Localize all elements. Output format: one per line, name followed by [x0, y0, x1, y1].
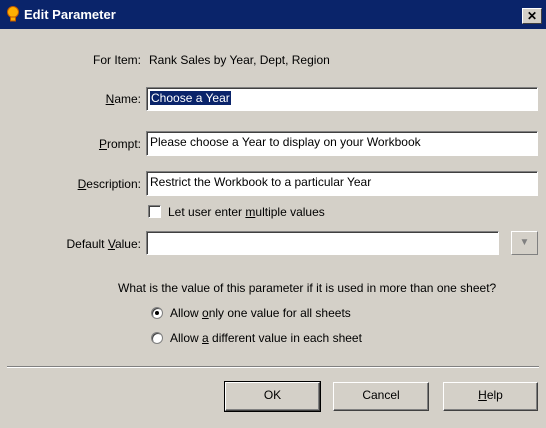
radio-one-value-label[interactable]: Allow only one value for all sheets: [170, 306, 351, 320]
window-title: Edit Parameter: [24, 7, 116, 22]
default-value-input[interactable]: [146, 231, 499, 255]
radio-different-value[interactable]: [151, 332, 163, 344]
help-button[interactable]: Help: [443, 382, 538, 411]
separator-highlight: [7, 367, 539, 368]
radio-one-value[interactable]: [151, 307, 163, 319]
close-icon: ✕: [526, 9, 538, 23]
for-item-value: Rank Sales by Year, Dept, Region: [149, 53, 330, 67]
description-value: Restrict the Workbook to a particular Ye…: [150, 175, 372, 189]
radio-different-value-label[interactable]: Allow a different value in each sheet: [170, 331, 362, 345]
cancel-button[interactable]: Cancel: [333, 382, 429, 411]
for-item-label: For Item:: [92, 53, 141, 67]
prompt-input[interactable]: Please choose a Year to display on your …: [146, 131, 538, 156]
ok-button[interactable]: OK: [224, 381, 321, 412]
name-value: Choose a Year: [150, 91, 231, 105]
prompt-value: Please choose a Year to display on your …: [150, 135, 421, 149]
bulb-icon: [7, 6, 19, 22]
default-value-label: Default Value:: [66, 237, 141, 251]
chevron-down-icon: ▼: [519, 237, 530, 248]
title-bar: Edit Parameter ✕: [0, 0, 546, 29]
multiple-values-checkbox[interactable]: [148, 205, 161, 218]
default-value-dropdown-button[interactable]: ▼: [511, 231, 538, 255]
description-input[interactable]: Restrict the Workbook to a particular Ye…: [146, 171, 538, 196]
close-button[interactable]: ✕: [522, 8, 542, 24]
name-label: Name:: [105, 92, 141, 106]
multiple-values-label[interactable]: Let user enter multiple values: [168, 205, 325, 219]
prompt-label: Prompt:: [98, 137, 141, 151]
question-text: What is the value of this parameter if i…: [118, 281, 497, 295]
description-label: Description:: [77, 177, 141, 191]
name-input[interactable]: Choose a Year: [146, 87, 538, 111]
